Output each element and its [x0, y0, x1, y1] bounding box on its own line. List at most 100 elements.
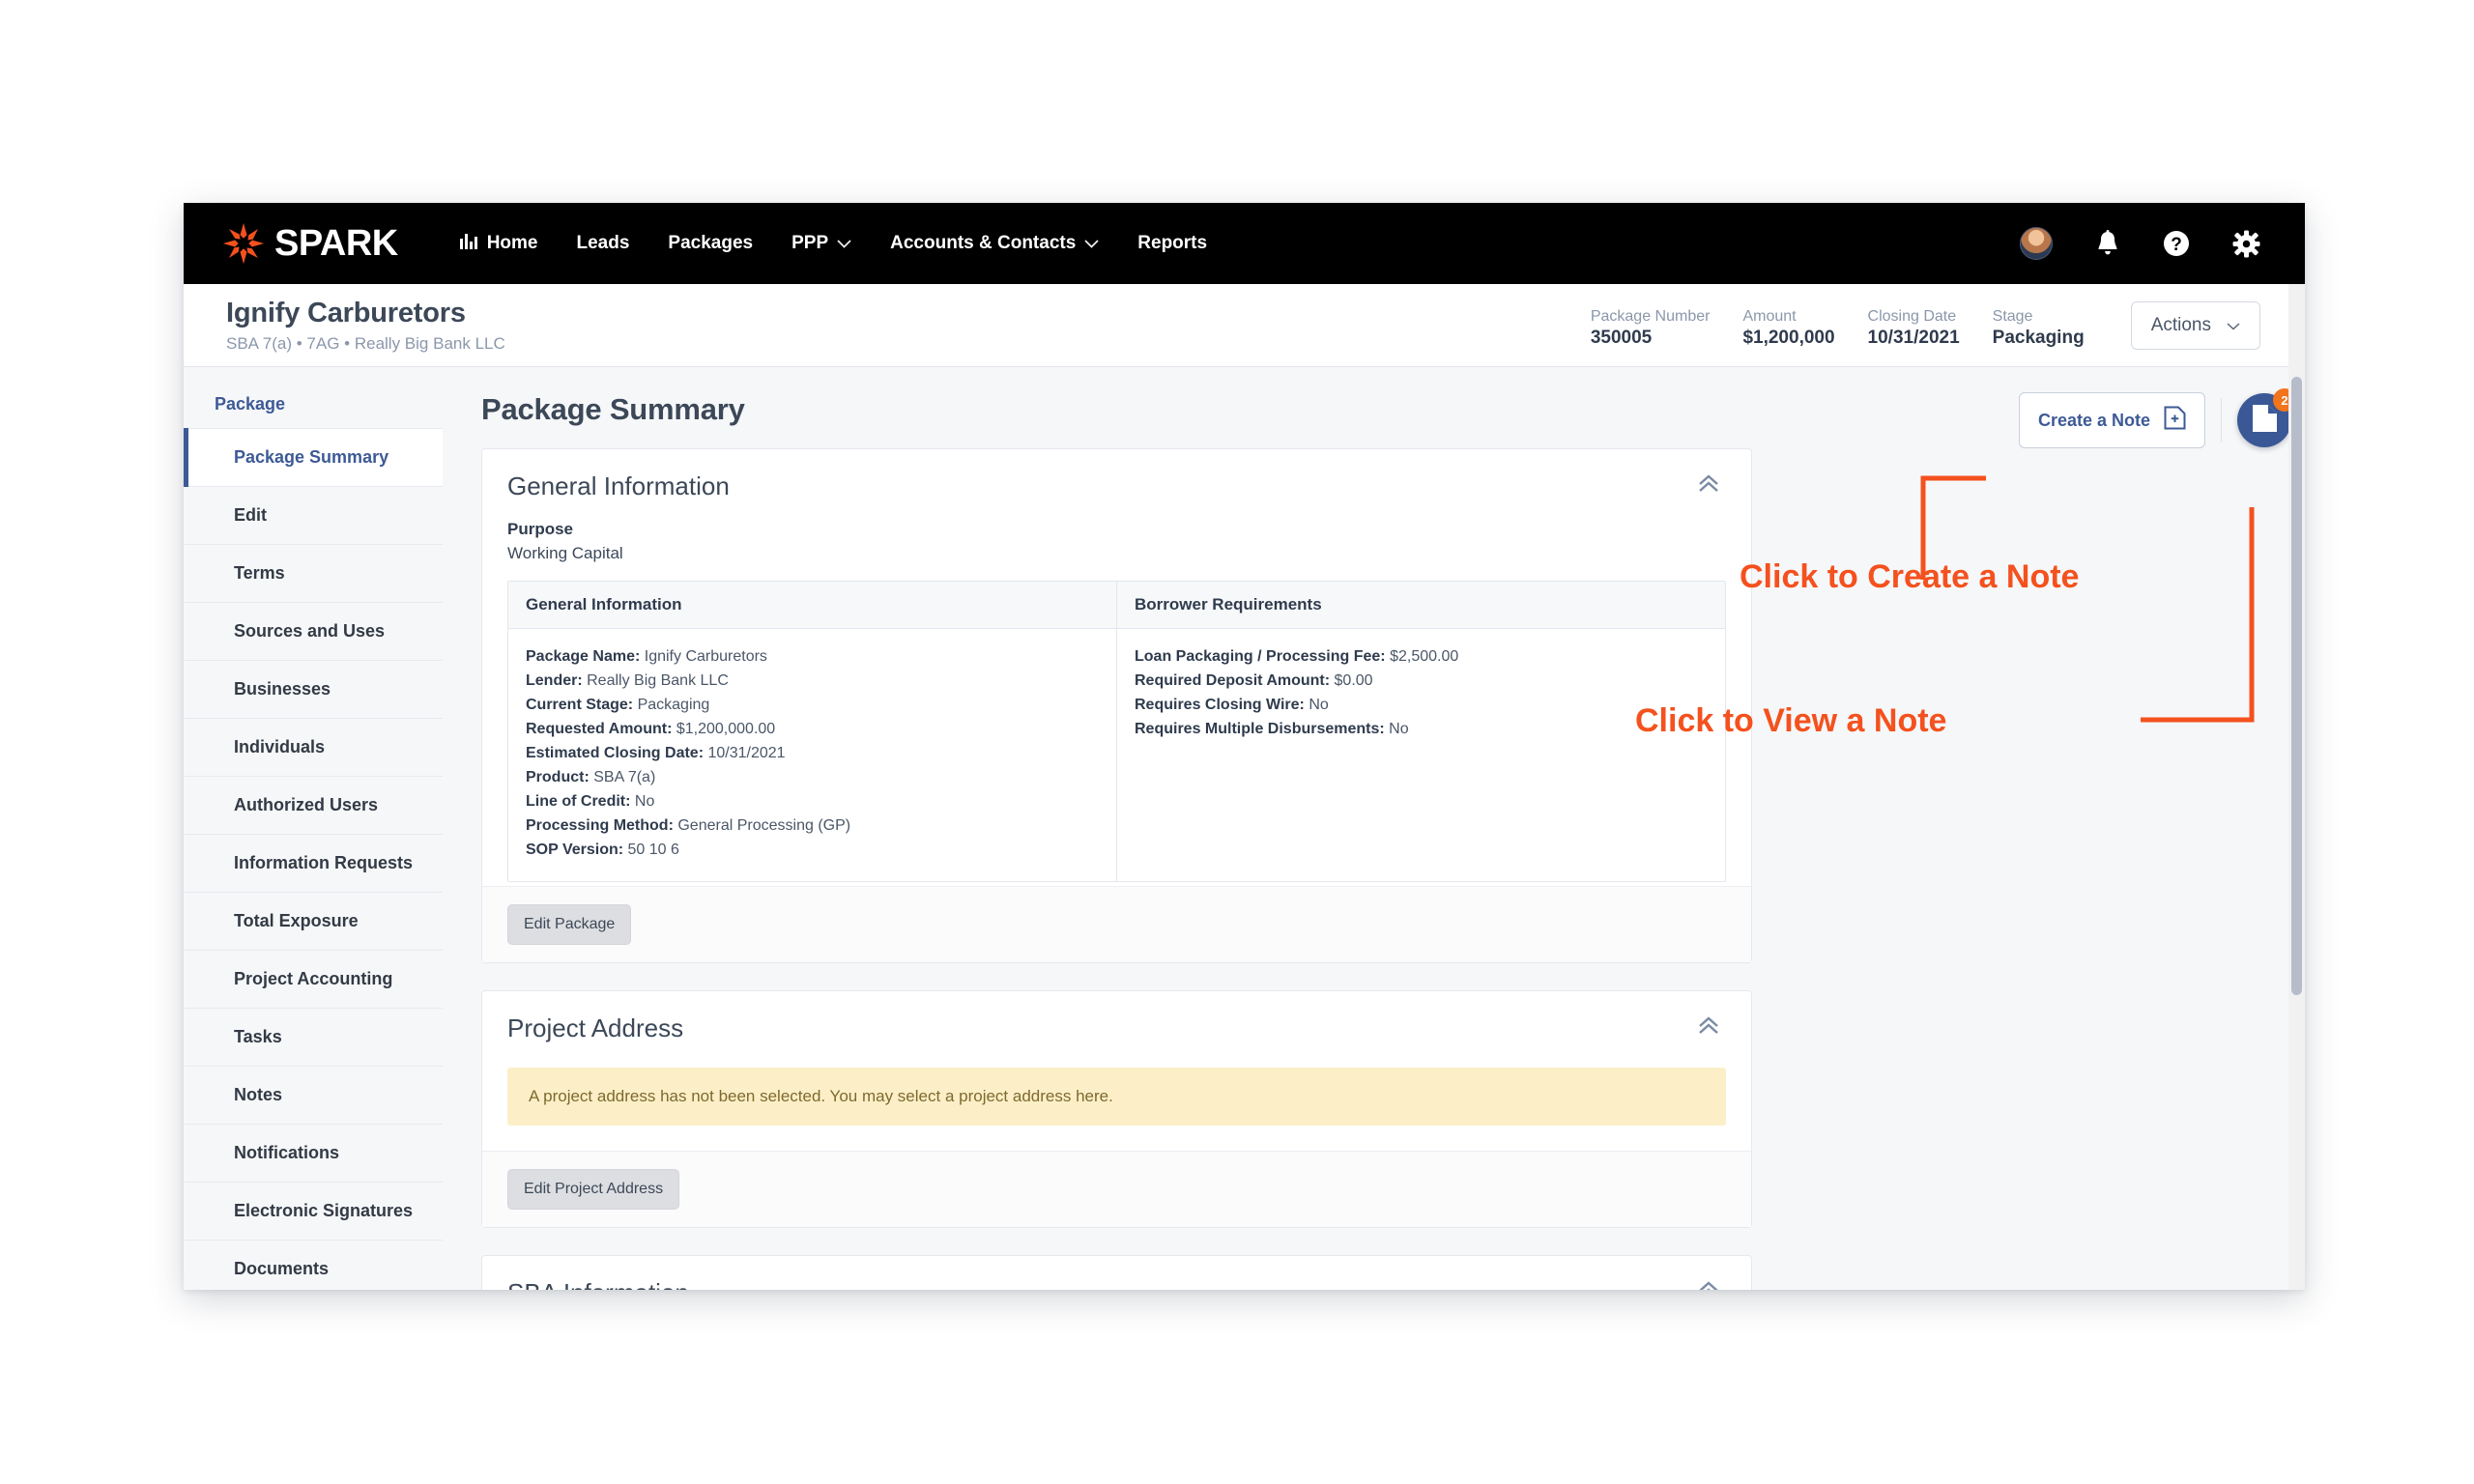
bar-chart-icon — [459, 233, 478, 255]
chevron-double-up-icon[interactable] — [1691, 471, 1726, 502]
sidebar-item-label: Individuals — [234, 737, 326, 756]
bell-icon[interactable] — [2095, 230, 2120, 257]
stat-value: $1,200,000 — [1742, 327, 1835, 348]
help-icon[interactable]: ? — [2163, 230, 2190, 257]
spark-starburst-icon — [222, 222, 265, 265]
sidebar-item-label: Authorized Users — [234, 795, 379, 814]
chevron-double-up-icon[interactable] — [1691, 1277, 1726, 1290]
purpose-value: Working Capital — [507, 544, 623, 562]
table-row: Current Stage: Packaging — [526, 693, 1099, 717]
stat-value: Packaging — [1992, 327, 2085, 348]
vertical-scrollbar[interactable] — [2288, 284, 2305, 1290]
sidebar-item-notifications[interactable]: Notifications — [184, 1125, 443, 1183]
stat-value: 350005 — [1590, 327, 1653, 348]
spark-logo[interactable]: SPARK — [222, 222, 398, 265]
sidebar-item-sources-and-uses[interactable]: Sources and Uses — [184, 603, 443, 661]
browser-window: SPARK Home Leads Packages PPP Accounts &… — [184, 203, 2305, 1290]
column-header: General Information — [508, 582, 1116, 629]
sidebar-item-project-accounting[interactable]: Project Accounting — [184, 951, 443, 1009]
sidebar-item-total-exposure[interactable]: Total Exposure — [184, 893, 443, 951]
edit-project-address-button[interactable]: Edit Project Address — [507, 1169, 680, 1210]
screenshot-stage: SPARK Home Leads Packages PPP Accounts &… — [0, 0, 2474, 1484]
table-row: Package Name: Ignify Carburetors — [526, 644, 1099, 669]
sidebar-item-label: Sources and Uses — [234, 621, 386, 641]
row-label: Processing Method: — [526, 817, 674, 834]
row-value: $2,500.00 — [1390, 648, 1459, 665]
edit-package-button[interactable]: Edit Package — [507, 904, 632, 945]
sidebar-item-tasks[interactable]: Tasks — [184, 1009, 443, 1067]
nav-label: Home — [486, 233, 538, 253]
row-label: Requested Amount: — [526, 721, 673, 737]
page-header-stats: Package Number 350005 Amount $1,200,000 … — [1591, 300, 2260, 350]
nav-item-reports[interactable]: Reports — [1118, 223, 1226, 264]
row-label: SOP Version: — [526, 842, 624, 858]
nav-item-home[interactable]: Home — [441, 223, 558, 265]
row-value: $0.00 — [1334, 672, 1373, 689]
card-general-information: General Information Purpose Working Capi… — [481, 448, 1752, 963]
table-row: Requires Multiple Disbursements: No — [1135, 717, 1708, 741]
table-row: Requested Amount: $1,200,000.00 — [526, 717, 1099, 741]
stat-amount: Amount $1,200,000 — [1742, 308, 1867, 349]
sidebar-item-package-summary[interactable]: Package Summary — [184, 428, 443, 487]
stat-label: Amount — [1742, 308, 1797, 326]
sidebar-item-notes[interactable]: Notes — [184, 1067, 443, 1125]
card-project-address: Project Address A project address has no… — [481, 990, 1752, 1228]
row-value: Packaging — [637, 697, 710, 713]
sidebar-item-electronic-signatures[interactable]: Electronic Signatures — [184, 1183, 443, 1241]
sidebar-item-label: Project Accounting — [234, 969, 393, 988]
sidebar-item-label: Notes — [234, 1085, 283, 1104]
view-notes-button[interactable]: 2 — [2237, 388, 2296, 447]
sidebar-item-terms[interactable]: Terms — [184, 545, 443, 603]
sidebar-item-information-requests[interactable]: Information Requests — [184, 835, 443, 893]
sidebar-item-label: Notifications — [234, 1143, 340, 1162]
scrollbar-thumb[interactable] — [2291, 377, 2302, 995]
stat-label: Package Number — [1590, 308, 1711, 326]
chevron-down-icon — [837, 233, 851, 254]
row-label: Loan Packaging / Processing Fee: — [1135, 648, 1386, 665]
sidebar-item-label: Information Requests — [234, 853, 414, 872]
row-label: Requires Closing Wire: — [1135, 697, 1305, 713]
actions-button[interactable]: Actions — [2130, 300, 2260, 350]
page-body: Package Package Summary Edit Terms Sourc… — [184, 367, 2305, 1290]
sidebar-item-documents[interactable]: Documents — [184, 1241, 443, 1290]
card-body: Purpose Working Capital General Informat… — [482, 520, 1751, 886]
gear-icon[interactable] — [2232, 230, 2260, 258]
nav-item-ppp[interactable]: PPP — [772, 223, 871, 264]
document-icon — [2252, 404, 2278, 438]
nav-label: Leads — [576, 233, 630, 253]
actions-label: Actions — [2150, 314, 2211, 335]
card-title: General Information — [507, 471, 730, 500]
stat-package-number: Package Number 350005 — [1591, 308, 1743, 349]
svg-text:?: ? — [2171, 235, 2182, 255]
column-body: Loan Packaging / Processing Fee: $2,500.… — [1117, 629, 1725, 842]
avatar[interactable] — [2020, 227, 2053, 260]
nav-item-leads[interactable]: Leads — [558, 223, 649, 264]
page-header-left: Ignify Carburetors SBA 7(a) • 7AG • Real… — [226, 298, 505, 354]
nav-label: Accounts & Contacts — [890, 233, 1077, 253]
sidebar-item-authorized-users[interactable]: Authorized Users — [184, 777, 443, 835]
sidebar-item-label: Electronic Signatures — [234, 1201, 414, 1220]
table-row: Requires Closing Wire: No — [1135, 693, 1708, 717]
create-note-button[interactable]: Create a Note — [2018, 392, 2205, 448]
row-label: Required Deposit Amount: — [1135, 672, 1331, 689]
sidebar-item-edit[interactable]: Edit — [184, 487, 443, 545]
sidebar-item-label: Tasks — [234, 1027, 282, 1046]
page-header: Ignify Carburetors SBA 7(a) • 7AG • Real… — [184, 284, 2305, 367]
nav-label: Reports — [1137, 233, 1208, 253]
card-header: Project Address — [482, 991, 1751, 1062]
table-row: Line of Credit: No — [526, 789, 1099, 813]
chevron-down-icon — [2227, 315, 2240, 336]
row-value: 10/31/2021 — [707, 745, 786, 761]
row-label: Current Stage: — [526, 697, 634, 713]
navbar-utility-icons: ? — [2020, 203, 2260, 284]
chevron-double-up-icon[interactable] — [1691, 1013, 1726, 1044]
nav-label: PPP — [791, 233, 829, 253]
project-address-warning: A project address has not been selected.… — [507, 1068, 1726, 1126]
sidebar-item-label: Documents — [234, 1259, 330, 1278]
nav-item-packages[interactable]: Packages — [648, 223, 772, 264]
sidebar-item-individuals[interactable]: Individuals — [184, 719, 443, 777]
sidebar-item-businesses[interactable]: Businesses — [184, 661, 443, 719]
nav-item-accounts-contacts[interactable]: Accounts & Contacts — [871, 223, 1118, 264]
page-subtitle: SBA 7(a) • 7AG • Really Big Bank LLC — [226, 333, 505, 353]
sidebar-group-label: Package — [215, 394, 286, 414]
